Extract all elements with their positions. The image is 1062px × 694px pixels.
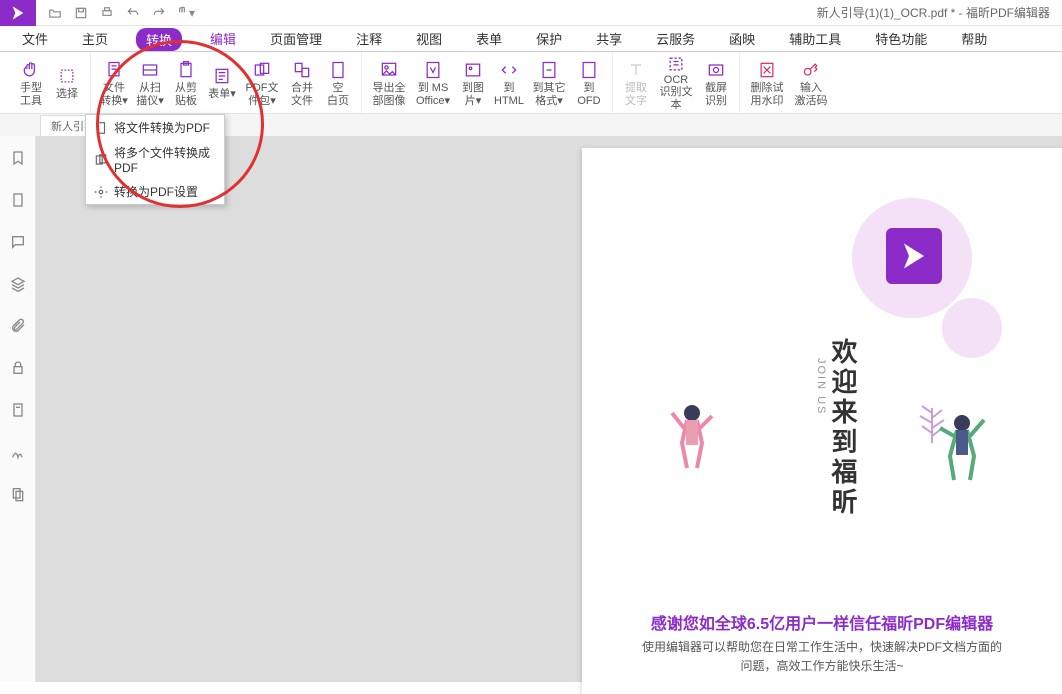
joinus-text: JOIN US [815, 358, 827, 415]
file-convert-button[interactable]: 文件转换▾ [97, 56, 131, 110]
select-button[interactable]: 选择 [50, 56, 84, 110]
file-convert-dropdown: 将文件转换为PDF 将多个文件转换成PDF 转换为PDF设置 [85, 114, 225, 205]
dropdown-convert-file[interactable]: 将文件转换为PDF [86, 115, 224, 140]
menu-bar: 文件 主页 转换 编辑 页面管理 注释 视图 表单 保护 共享 云服务 函映 辅… [0, 26, 1062, 52]
menu-hanying[interactable]: 函映 [723, 26, 761, 51]
menu-page-manage[interactable]: 页面管理 [264, 26, 328, 51]
ocr-button[interactable]: OCR识别文本 [655, 56, 697, 110]
page-headline: 感谢您如全球6.5亿用户一样信任福昕PDF编辑器 [582, 610, 1062, 634]
attachment-icon[interactable] [8, 316, 28, 336]
enter-key-button[interactable]: 输入激活码 [790, 56, 832, 110]
open-icon[interactable] [44, 2, 66, 24]
save-icon[interactable] [70, 2, 92, 24]
menu-cloud[interactable]: 云服务 [650, 26, 701, 51]
to-other-button[interactable]: 到其它格式▾ [528, 56, 570, 110]
menu-edit[interactable]: 编辑 [204, 26, 242, 51]
merge-files-button[interactable]: 合并文件 [285, 56, 319, 110]
hand-icon[interactable]: ▾ [174, 2, 196, 24]
dropdown-convert-settings[interactable]: 转换为PDF设置 [86, 179, 224, 204]
clipboard-icon[interactable] [8, 484, 28, 504]
person-illustration [932, 408, 992, 488]
blank-page-button[interactable]: 空白页 [321, 56, 355, 110]
form-button[interactable]: 表单▾ [205, 56, 239, 110]
to-ofd-button[interactable]: 到OFD [572, 56, 606, 110]
menu-features[interactable]: 特色功能 [869, 26, 933, 51]
undo-icon[interactable] [122, 2, 144, 24]
pdf-page: 欢迎来到福昕 JOIN US 感谢您如全球6.5亿用户一样信任福昕PDF编辑器 … [582, 148, 1062, 694]
menu-form[interactable]: 表单 [470, 26, 508, 51]
export-images-button[interactable]: 导出全部图像 [368, 56, 410, 110]
page-subtext: 使用编辑器可以帮助您在日常工作生活中，快速解决PDF文档方面的问题，高效工作方能… [582, 638, 1062, 676]
menu-convert[interactable]: 转换 [136, 28, 182, 51]
foxit-logo-icon [886, 228, 942, 284]
window-title: 新人引导(1)(1)_OCR.pdf * - 福昕PDF编辑器 [817, 4, 1062, 21]
menu-home[interactable]: 主页 [76, 26, 114, 51]
print-icon[interactable] [96, 2, 118, 24]
to-html-button[interactable]: 到HTML [492, 56, 526, 110]
menu-help[interactable]: 帮助 [955, 26, 993, 51]
from-scanner-button[interactable]: 从扫描仪▾ [133, 56, 167, 110]
quick-access-toolbar: ▾ [36, 2, 204, 24]
menu-view[interactable]: 视图 [410, 26, 448, 51]
title-bar: ▾ 新人引导(1)(1)_OCR.pdf * - 福昕PDF编辑器 [0, 0, 1062, 26]
file-icon[interactable] [8, 400, 28, 420]
workspace: 欢迎来到福昕 JOIN US 感谢您如全球6.5亿用户一样信任福昕PDF编辑器 … [0, 136, 1062, 682]
pages-icon[interactable] [8, 190, 28, 210]
to-image-button[interactable]: 到图片▾ [456, 56, 490, 110]
from-clipboard-button[interactable]: 从剪贴板 [169, 56, 203, 110]
menu-annotate[interactable]: 注释 [350, 26, 388, 51]
extract-text-button[interactable]: 提取文字 [619, 56, 653, 110]
menu-file[interactable]: 文件 [16, 26, 54, 51]
dropdown-convert-multiple[interactable]: 将多个文件转换成PDF [86, 140, 224, 179]
menu-protect[interactable]: 保护 [530, 26, 568, 51]
signature-icon[interactable] [8, 442, 28, 462]
screenshot-ocr-button[interactable]: 截屏识别 [699, 56, 733, 110]
welcome-vertical-text: 欢迎来到福昕 [825, 338, 862, 518]
bookmark-icon[interactable] [8, 148, 28, 168]
document-canvas[interactable]: 欢迎来到福昕 JOIN US 感谢您如全球6.5亿用户一样信任福昕PDF编辑器 … [36, 136, 1062, 682]
redo-icon[interactable] [148, 2, 170, 24]
app-logo [0, 0, 36, 26]
ribbon-toolbar: 手型工具 选择 文件转换▾ 从扫描仪▾ 从剪贴板 表单▾ PDF文件包▾ 合并文… [0, 52, 1062, 114]
hand-tool-button[interactable]: 手型工具 [14, 56, 48, 110]
to-office-button[interactable]: 到 MSOffice▾ [412, 56, 454, 110]
comment-icon[interactable] [8, 232, 28, 252]
decorative-circle [942, 298, 1002, 358]
remove-watermark-button[interactable]: 删除试用水印 [746, 56, 788, 110]
security-icon[interactable] [8, 358, 28, 378]
person-illustration [662, 398, 722, 478]
layers-icon[interactable] [8, 274, 28, 294]
pdf-package-button[interactable]: PDF文件包▾ [241, 56, 283, 110]
menu-share[interactable]: 共享 [590, 26, 628, 51]
left-sidebar [0, 136, 36, 682]
menu-accessibility[interactable]: 辅助工具 [783, 26, 847, 51]
